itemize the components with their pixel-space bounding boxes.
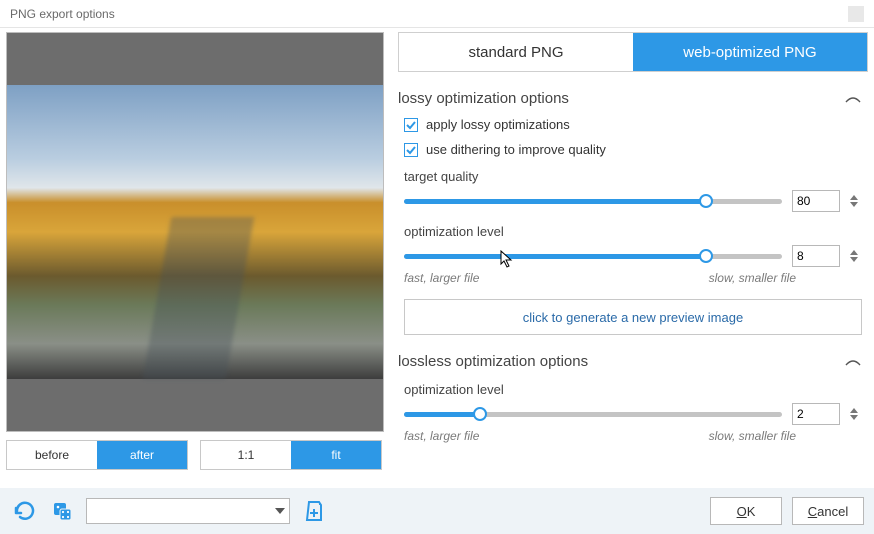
tab-web-optimized-png[interactable]: web-optimized PNG xyxy=(633,33,867,71)
lossy-section-header: lossy optimization options xyxy=(398,90,868,107)
dithering-checkbox[interactable] xyxy=(404,143,418,157)
generate-preview-button[interactable]: click to generate a new preview image xyxy=(404,299,862,335)
lossless-section-title: lossless optimization options xyxy=(398,353,588,370)
chevron-down-icon xyxy=(275,508,285,514)
lossless-opt-level-label: optimization level xyxy=(404,382,868,397)
chevron-up-icon[interactable] xyxy=(844,94,862,104)
lossless-hint-left: fast, larger file xyxy=(404,429,479,443)
target-quality-slider[interactable] xyxy=(404,194,782,208)
before-button[interactable]: before xyxy=(7,441,97,469)
lossless-hint-right: slow, smaller file xyxy=(709,429,796,443)
lossy-opt-level-stepper[interactable] xyxy=(850,250,862,262)
lossless-opt-level-stepper[interactable] xyxy=(850,408,862,420)
target-quality-stepper[interactable] xyxy=(850,195,862,207)
footer-bar: OK Cancel xyxy=(0,488,874,534)
save-preset-icon[interactable] xyxy=(300,497,328,525)
zoom-toggle[interactable]: 1:1 fit xyxy=(200,440,382,470)
lossy-opt-level-input[interactable] xyxy=(792,245,840,267)
zoom-fit-button[interactable]: fit xyxy=(291,441,381,469)
preset-dropdown[interactable] xyxy=(86,498,290,524)
preview-image-box xyxy=(6,32,384,432)
apply-lossy-label: apply lossy optimizations xyxy=(426,117,570,132)
tab-standard-png[interactable]: standard PNG xyxy=(399,33,633,71)
lossless-section-header: lossless optimization options xyxy=(398,353,868,370)
cancel-button[interactable]: Cancel xyxy=(792,497,864,525)
chevron-up-icon[interactable] xyxy=(844,357,862,367)
lossy-opt-level-slider[interactable] xyxy=(404,249,782,263)
apply-lossy-checkbox[interactable] xyxy=(404,118,418,132)
target-quality-input[interactable] xyxy=(792,190,840,212)
ok-button[interactable]: OK xyxy=(710,497,782,525)
undo-icon[interactable] xyxy=(10,497,38,525)
lossless-opt-level-slider[interactable] xyxy=(404,407,782,421)
close-icon[interactable] xyxy=(848,6,864,22)
dice-icon[interactable] xyxy=(48,497,76,525)
lossy-section-title: lossy optimization options xyxy=(398,90,569,107)
after-button[interactable]: after xyxy=(97,441,187,469)
window-title: PNG export options xyxy=(10,7,115,21)
preview-image xyxy=(7,85,383,379)
dithering-label: use dithering to improve quality xyxy=(426,142,606,157)
before-after-toggle[interactable]: before after xyxy=(6,440,188,470)
lossless-opt-level-input[interactable] xyxy=(792,403,840,425)
lossy-hint-left: fast, larger file xyxy=(404,271,479,285)
title-bar: PNG export options xyxy=(0,0,874,28)
lossy-hint-right: slow, smaller file xyxy=(709,271,796,285)
target-quality-label: target quality xyxy=(404,169,868,184)
lossy-opt-level-label: optimization level xyxy=(404,224,868,239)
format-tabs[interactable]: standard PNG web-optimized PNG xyxy=(398,32,868,72)
zoom-1to1-button[interactable]: 1:1 xyxy=(201,441,291,469)
